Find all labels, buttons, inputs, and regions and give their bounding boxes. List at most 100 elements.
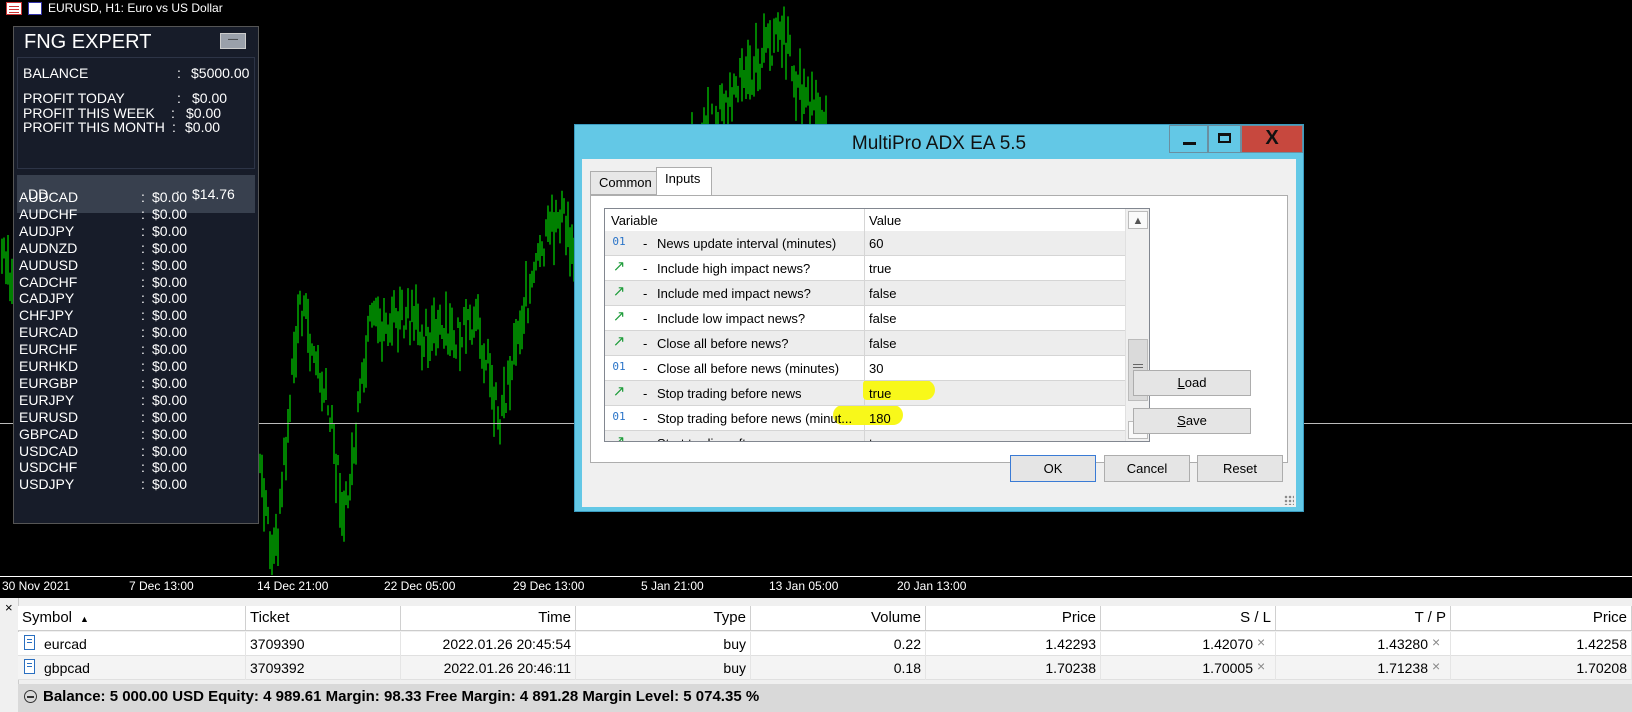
param-value[interactable]: false xyxy=(869,286,896,301)
date-label: 5 Jan 21:00 xyxy=(641,579,704,593)
param-dash: - xyxy=(643,361,648,376)
symbol-name: AUDJPY xyxy=(19,222,75,239)
symbol-colon: : xyxy=(141,425,145,442)
param-row[interactable]: 01 - Stop trading before news (minut... 180 xyxy=(605,406,1125,431)
profit-today-label: PROFIT TODAY xyxy=(23,90,125,106)
boolean-icon: ↗ xyxy=(612,333,626,350)
date-label: 13 Jan 05:00 xyxy=(769,579,839,593)
symbol-value: $0.00 xyxy=(152,273,188,290)
terminal-close-icon[interactable]: × xyxy=(5,600,13,615)
save-button[interactable]: Save xyxy=(1133,408,1251,434)
cell-price2: 1.70208 xyxy=(1451,656,1632,680)
cell-symbol: eurcad xyxy=(18,632,246,656)
param-variable: Include med impact news? xyxy=(657,286,811,301)
close-button[interactable]: X xyxy=(1241,125,1303,153)
col-price-current[interactable]: Price xyxy=(1451,606,1632,630)
load-accel: L xyxy=(1177,375,1185,390)
param-row[interactable]: 01 - News update interval (minutes) 60 xyxy=(605,231,1125,256)
resize-grip-icon[interactable] xyxy=(1284,495,1294,505)
date-label: 7 Dec 13:00 xyxy=(129,579,194,593)
param-row[interactable]: ↗ - Close all before news? false xyxy=(605,331,1125,356)
param-row[interactable]: ↗ - Start trading after news true xyxy=(605,431,1125,441)
param-row[interactable]: ↗ - Include low impact news? false xyxy=(605,306,1125,331)
param-variable: News update interval (minutes) xyxy=(657,236,837,251)
param-row[interactable]: ↗ - Stop trading before news true xyxy=(605,381,1125,406)
param-value[interactable]: 180 xyxy=(869,411,891,426)
tab-common[interactable]: Common xyxy=(590,171,657,195)
cell-type: buy xyxy=(576,632,751,656)
ok-button[interactable]: OK xyxy=(1010,455,1096,482)
col-tp[interactable]: T / P xyxy=(1276,606,1451,630)
param-row[interactable]: ↗ - Include med impact news? false xyxy=(605,281,1125,306)
integer-icon: 01 xyxy=(612,235,626,248)
symbol-value: $0.00 xyxy=(152,425,188,442)
chart-title-bar: EURUSD, H1: Euro vs US Dollar xyxy=(6,1,223,15)
reset-button[interactable]: Reset xyxy=(1197,455,1283,482)
cell-ticket: 3709392 xyxy=(246,656,401,680)
variable-column-header[interactable]: Variable xyxy=(611,213,658,228)
param-row[interactable]: ↗ - Include high impact news? true xyxy=(605,256,1125,281)
param-dash: - xyxy=(643,311,648,326)
col-sl[interactable]: S / L xyxy=(1101,606,1276,630)
symbol-value: $0.00 xyxy=(152,374,188,391)
param-value[interactable]: 30 xyxy=(869,361,883,376)
collapse-icon[interactable] xyxy=(24,690,37,703)
account-summary-row: Balance: 5 000.00 USD Equity: 4 989.61 M… xyxy=(18,684,1632,712)
col-volume[interactable]: Volume xyxy=(751,606,926,630)
symbol-value: $0.00 xyxy=(152,307,188,324)
remove-sl-icon[interactable]: × xyxy=(1257,658,1265,674)
symbol-text: eurcad xyxy=(44,636,87,652)
profit-today-colon: : xyxy=(177,90,181,106)
param-value[interactable]: true xyxy=(869,436,891,441)
trade-row[interactable]: eurcad 3709390 2022.01.26 20:45:54 buy 0.22 1… xyxy=(18,632,1632,656)
cell-tp[interactable]: 1.71238 xyxy=(1276,656,1451,680)
close-icon: X xyxy=(1265,127,1279,149)
cell-tp[interactable]: 1.43280 xyxy=(1276,632,1451,656)
remove-tp-icon[interactable]: × xyxy=(1432,634,1440,650)
chart-list-icon[interactable] xyxy=(6,1,22,15)
scroll-up-button[interactable]: ▲ xyxy=(1128,211,1148,229)
symbol-name: AUDUSD xyxy=(19,256,79,273)
param-value[interactable]: false xyxy=(869,336,896,351)
symbol-colon: : xyxy=(141,239,145,256)
balance-value: $5000.00 xyxy=(191,65,250,81)
col-time[interactable]: Time xyxy=(401,606,576,630)
save-accel: S xyxy=(1177,413,1186,428)
chart-window-icon[interactable] xyxy=(28,1,42,15)
date-label: 20 Jan 13:00 xyxy=(897,579,967,593)
fng-minimize-button[interactable]: — xyxy=(220,33,246,49)
save-label: ave xyxy=(1185,413,1207,428)
symbol-name: CADCHF xyxy=(19,273,78,290)
param-value[interactable]: false xyxy=(869,311,896,326)
cell-sl[interactable]: 1.42070 xyxy=(1101,632,1276,656)
remove-tp-icon[interactable]: × xyxy=(1432,658,1440,674)
maximize-button[interactable] xyxy=(1208,125,1241,153)
param-value[interactable]: 60 xyxy=(869,236,883,251)
symbol-name: USDCAD xyxy=(19,442,79,459)
date-label: 30 Nov 2021 xyxy=(2,579,71,593)
cell-sl[interactable]: 1.70005 xyxy=(1101,656,1276,680)
col-price[interactable]: Price xyxy=(926,606,1101,630)
cancel-button[interactable]: Cancel xyxy=(1104,455,1190,482)
load-button[interactable]: Load xyxy=(1133,370,1251,396)
remove-sl-icon[interactable]: × xyxy=(1257,634,1265,650)
param-row[interactable]: 01 - Close all before news (minutes) 30 xyxy=(605,356,1125,381)
grid-scrollbar[interactable]: ▲ ▼ xyxy=(1125,209,1149,441)
value-column-header[interactable]: Value xyxy=(869,213,901,228)
tab-inputs[interactable]: Inputs xyxy=(656,167,712,196)
col-ticket[interactable]: Ticket xyxy=(246,606,401,630)
load-label: oad xyxy=(1184,375,1207,390)
minimize-button[interactable] xyxy=(1169,125,1208,153)
symbol-name: USDJPY xyxy=(19,476,75,493)
col-symbol[interactable]: Symbol ▲ xyxy=(18,606,246,630)
inputs-grid[interactable]: Variable Value 01 - News update interval (… xyxy=(604,208,1150,442)
col-type[interactable]: Type xyxy=(576,606,751,630)
param-value[interactable]: true xyxy=(869,261,891,276)
param-value[interactable]: true xyxy=(869,386,891,401)
symbol-value: $0.00 xyxy=(152,239,188,256)
symbol-value: $0.00 xyxy=(152,324,188,341)
symbol-value: $0.00 xyxy=(152,442,188,459)
trade-row[interactable]: gbpcad 3709392 2022.01.26 20:46:11 buy 0.18 1… xyxy=(18,656,1632,680)
symbol-name: CHFJPY xyxy=(19,307,74,324)
param-variable: Close all before news (minutes) xyxy=(657,361,840,376)
